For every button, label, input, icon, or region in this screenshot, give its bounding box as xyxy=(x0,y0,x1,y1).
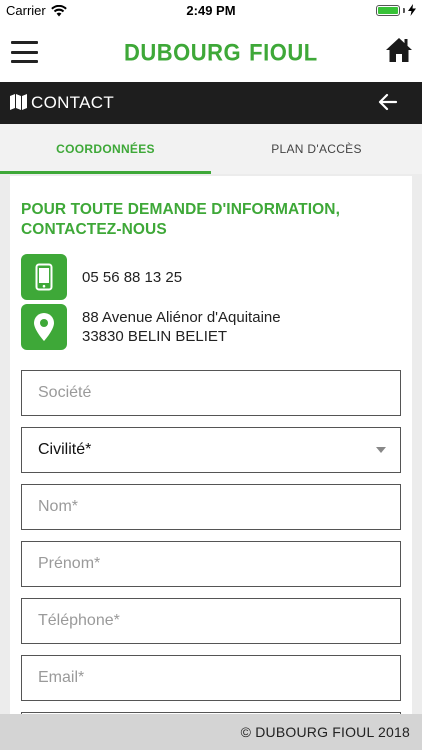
tab-plan-acces[interactable]: PLAN D'ACCÈS xyxy=(211,124,422,174)
address-line-2: 33830 BELIN BELIET xyxy=(82,328,228,345)
app-header: DUBOURG FIOUL xyxy=(0,22,422,82)
civilite-select[interactable]: Civilité* xyxy=(21,427,401,473)
email-field[interactable] xyxy=(21,655,401,701)
page-title: CONTACT xyxy=(31,93,114,112)
map-icon xyxy=(10,94,27,110)
societe-field[interactable] xyxy=(21,370,401,416)
telephone-field[interactable] xyxy=(21,598,401,644)
map-pin-icon xyxy=(34,313,54,341)
footer: © DUBOURG FIOUL 2018 xyxy=(0,714,422,750)
contact-intro-heading: POUR TOUTE DEMANDE D'INFORMATION, CONTAC… xyxy=(21,201,340,238)
status-time: 2:49 PM xyxy=(186,3,236,18)
hamburger-menu-icon xyxy=(11,41,38,44)
battery-level xyxy=(378,6,398,14)
logo-text-left: DUBOURG xyxy=(124,38,242,67)
prenom-input[interactable] xyxy=(38,542,400,586)
tab-coordonnees[interactable]: COORDONNÉES xyxy=(0,124,211,174)
email-input[interactable] xyxy=(38,656,400,700)
nom-input[interactable] xyxy=(38,485,400,529)
charging-bolt-icon xyxy=(408,4,416,16)
phone-icon-tile xyxy=(21,254,67,300)
location-icon-tile xyxy=(21,304,67,350)
phone-row[interactable]: 05 56 88 13 25 xyxy=(21,254,182,300)
copyright-text: © DUBOURG FIOUL 2018 xyxy=(240,724,410,740)
status-bar: Carrier 2:49 PM xyxy=(0,0,422,22)
status-battery xyxy=(376,4,416,16)
contact-card: POUR TOUTE DEMANDE D'INFORMATION, CONTAC… xyxy=(10,176,412,716)
address-row[interactable]: 88 Avenue Aliénor d'Aquitaine 33830 BELI… xyxy=(21,304,281,350)
address-text: 88 Avenue Aliénor d'Aquitaine 33830 BELI… xyxy=(82,308,281,346)
mobile-phone-icon xyxy=(35,263,53,291)
title-bar: CONTACT xyxy=(0,82,422,124)
phone-number: 05 56 88 13 25 xyxy=(82,268,183,286)
societe-input[interactable] xyxy=(38,371,400,415)
brand-logo: DUBOURG FIOUL xyxy=(124,30,317,76)
civilite-value: Civilité* xyxy=(38,441,92,458)
address-line-1: 88 Avenue Aliénor d'Aquitaine xyxy=(82,309,281,326)
tab-bar: COORDONNÉES PLAN D'ACCÈS xyxy=(0,124,422,174)
battery-icon xyxy=(376,4,400,16)
telephone-input[interactable] xyxy=(38,599,400,643)
nom-field[interactable] xyxy=(21,484,401,530)
arrow-left-icon[interactable] xyxy=(378,92,398,112)
prenom-field[interactable] xyxy=(21,541,401,587)
chevron-down-icon xyxy=(376,447,386,453)
logo-text-right: FIOUL xyxy=(249,38,318,67)
home-icon[interactable] xyxy=(385,36,413,64)
menu-button[interactable] xyxy=(11,41,38,63)
